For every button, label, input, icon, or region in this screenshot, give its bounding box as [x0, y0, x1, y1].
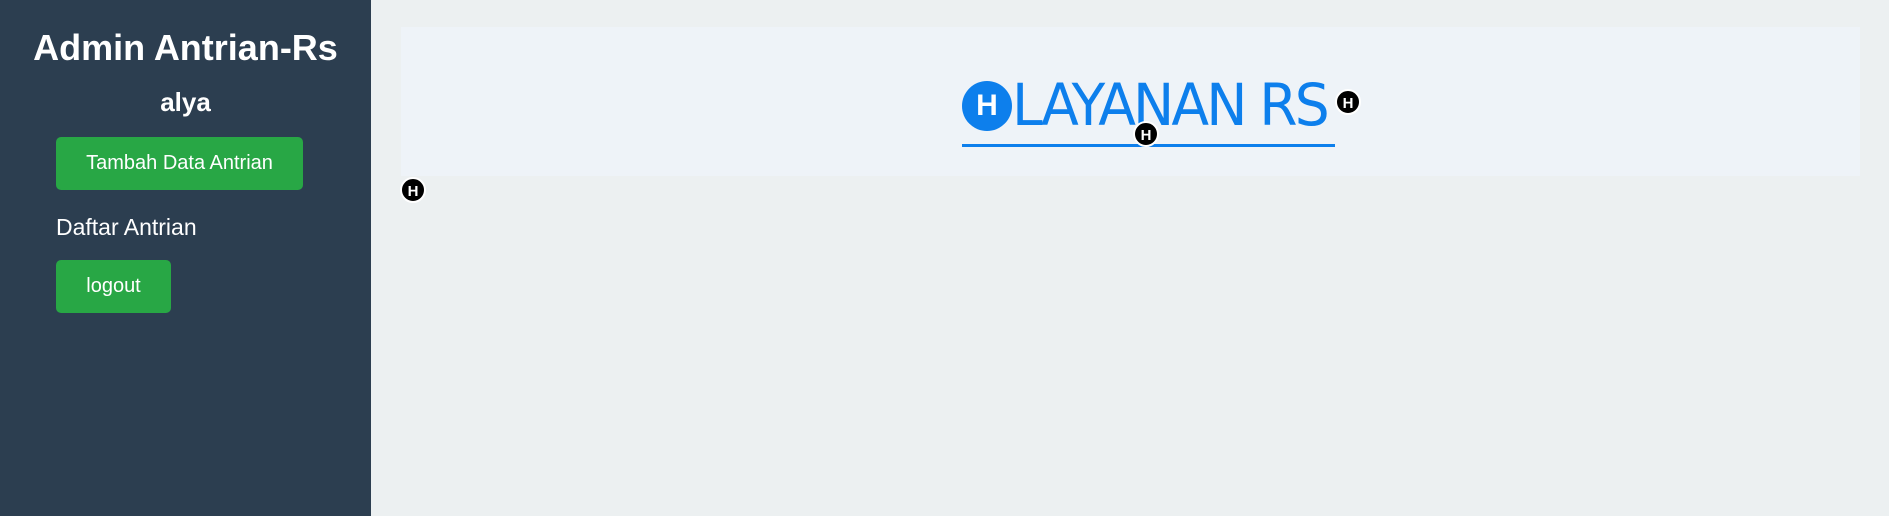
logo-text: LAYANAN RS — [1012, 71, 1330, 139]
brand-logo: H LAYANAN RS — [962, 53, 1362, 147]
app-title: Admin Antrian-Rs — [33, 27, 338, 68]
hospital-h-icon: H — [1133, 121, 1159, 147]
hospital-h-icon: H — [962, 81, 1012, 131]
app-root: Admin Antrian-Rs alya Tambah Data Antria… — [0, 0, 1889, 516]
sidebar-nav: Tambah Data Antrian Daftar Antrian logou… — [0, 137, 371, 313]
header-card: H LAYANAN RS H H — [401, 27, 1860, 176]
hospital-h-icon: H — [400, 177, 426, 203]
queue-list-link[interactable]: Daftar Antrian — [56, 214, 371, 240]
logout-button[interactable]: logout — [56, 260, 171, 313]
hospital-h-icon: H — [1335, 89, 1361, 115]
add-queue-button[interactable]: Tambah Data Antrian — [56, 137, 303, 190]
username: alya — [160, 87, 211, 117]
sidebar: Admin Antrian-Rs alya Tambah Data Antria… — [0, 0, 371, 516]
main-content: H LAYANAN RS H H H — [371, 0, 1889, 516]
